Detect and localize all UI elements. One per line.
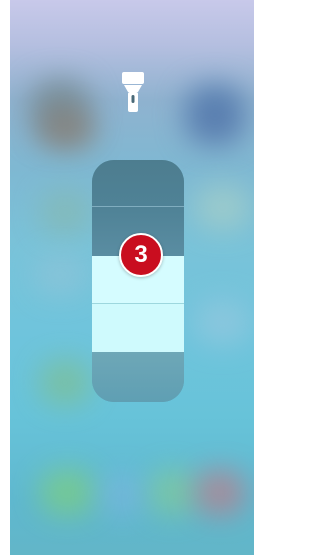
blurred-app-icon xyxy=(100,475,145,515)
brightness-level-2[interactable] xyxy=(92,304,184,352)
blurred-app-icon xyxy=(195,185,250,230)
blurred-app-icon xyxy=(195,470,245,515)
blurred-app-icon xyxy=(40,110,95,150)
brightness-level-1[interactable] xyxy=(92,352,184,402)
brightness-level-5[interactable] xyxy=(92,160,184,206)
flashlight-icon xyxy=(122,72,144,112)
step-number-badge: 3 xyxy=(119,233,163,277)
blurred-app-icon xyxy=(150,470,195,515)
blurred-app-icon xyxy=(40,360,90,405)
blurred-app-icon xyxy=(40,190,90,235)
blurred-app-icon xyxy=(35,255,85,295)
blurred-app-icon xyxy=(195,300,250,345)
blurred-app-icon xyxy=(185,85,245,145)
blurred-app-icon xyxy=(40,470,95,515)
flashlight-brightness-slider[interactable] xyxy=(92,160,184,402)
